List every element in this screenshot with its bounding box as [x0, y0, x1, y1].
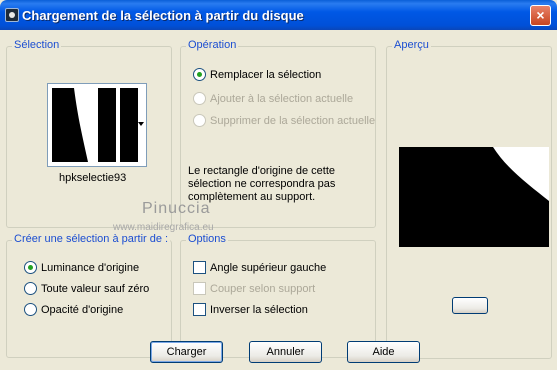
preview-image: [399, 147, 549, 247]
checkbox-invert-selection[interactable]: Inverser la sélection: [193, 303, 308, 316]
help-button[interactable]: Aide: [347, 341, 420, 363]
checkbox-clip-label: Couper selon support: [210, 282, 316, 295]
radio-any-nonzero[interactable]: Toute valeur sauf zéro: [24, 282, 149, 295]
selection-preview-icon: [50, 86, 144, 164]
title-bar: Chargement de la sélection à partir du d…: [0, 0, 557, 30]
checkbox-top-left-label: Angle supérieur gauche: [210, 261, 327, 274]
close-icon: ×: [536, 7, 545, 23]
radio-add-selection[interactable]: Ajouter à la sélection actuelle: [193, 92, 353, 105]
radio-source-opacity[interactable]: Opacité d'origine: [24, 303, 123, 316]
checkbox-icon: [193, 303, 206, 316]
radio-luminance-label: Luminance d'origine: [41, 261, 140, 274]
radio-nonzero-label: Toute valeur sauf zéro: [41, 282, 150, 295]
checkbox-top-left-corner[interactable]: Angle supérieur gauche: [193, 261, 326, 274]
checkbox-icon: [193, 261, 206, 274]
selection-thumbnail-dropdown[interactable]: [47, 83, 147, 167]
cancel-button[interactable]: Annuler: [249, 341, 322, 363]
preview-zoom-button[interactable]: [452, 297, 488, 314]
radio-icon: [193, 114, 206, 127]
create-selection-group: Créer une sélection à partir de : Lumina…: [6, 233, 172, 358]
watermark-url: www.maidiregrafica.eu: [113, 222, 214, 233]
checkbox-invert-label: Inverser la sélection: [210, 303, 308, 316]
info-text-line: Le rectangle d'origine de cette: [188, 165, 336, 177]
preview-group-label: Aperçu: [392, 39, 431, 51]
selection-group-label: Sélection: [12, 39, 62, 51]
close-button[interactable]: ×: [530, 5, 551, 26]
watermark-name: Pinuccia: [142, 200, 211, 217]
radio-subtract-selection[interactable]: Supprimer de la sélection actuelle: [193, 114, 375, 127]
radio-icon: [193, 92, 206, 105]
radio-replace-selection[interactable]: Remplacer la sélection: [193, 68, 321, 81]
radio-replace-label: Remplacer la sélection: [210, 68, 322, 81]
radio-icon: [24, 303, 37, 316]
radio-subtract-label: Supprimer de la sélection actuelle: [210, 114, 376, 127]
operation-group-label: Opération: [186, 39, 239, 51]
radio-add-label: Ajouter à la sélection actuelle: [210, 92, 354, 105]
checkbox-icon: [193, 282, 206, 295]
options-group-label: Options: [186, 233, 228, 245]
radio-opacity-label: Opacité d'origine: [41, 303, 124, 316]
app-icon: [5, 8, 19, 22]
info-text: Le rectangle d'origine de cette sélectio…: [188, 165, 335, 204]
checkbox-clip-to-canvas[interactable]: Couper selon support: [193, 282, 315, 295]
preview-group: Aperçu: [386, 39, 552, 359]
window-title: Chargement de la sélection à partir du d…: [22, 8, 304, 23]
selection-name: hpkselectie93: [59, 172, 127, 184]
info-text-line: sélection ne correspondra pas: [188, 178, 336, 190]
radio-checked-icon: [193, 68, 206, 81]
radio-source-luminance[interactable]: Luminance d'origine: [24, 261, 139, 274]
radio-icon: [24, 282, 37, 295]
create-selection-group-label: Créer une sélection à partir de :: [12, 233, 171, 245]
load-button[interactable]: Charger: [150, 341, 223, 363]
dialog-body: Sélection hpkselectie93 Opération Rempla…: [0, 30, 557, 370]
radio-checked-icon: [24, 261, 37, 274]
